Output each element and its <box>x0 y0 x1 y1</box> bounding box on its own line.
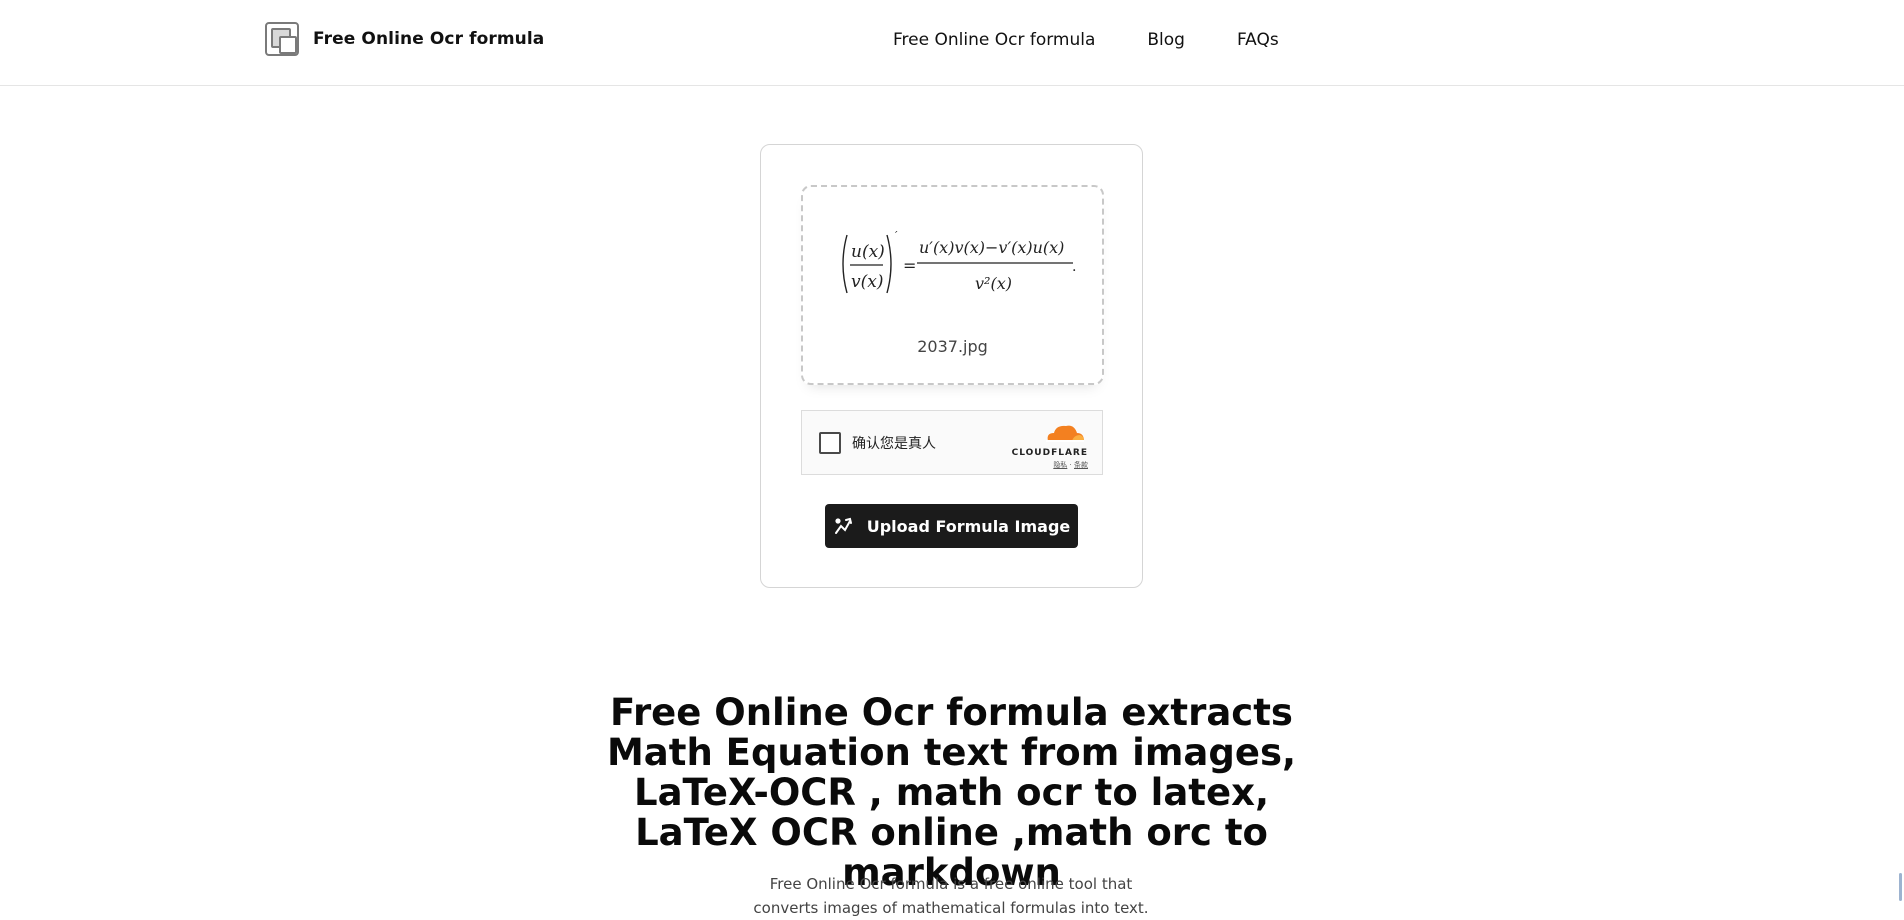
image-dropzone[interactable]: u(x) v(x) ′ = u′(x)v(x)−v′(x)u(x) v²(x) … <box>801 185 1104 385</box>
svg-text:v(x): v(x) <box>851 272 883 292</box>
cloudflare-wordmark: CLOUDFLARE <box>1011 448 1088 458</box>
svg-text:=: = <box>903 256 916 275</box>
nav-item-blog[interactable]: Blog <box>1147 30 1185 50</box>
logo-text: Free Online Ocr formula <box>313 29 545 49</box>
svg-text:.: . <box>1072 259 1076 275</box>
hero-title: Free Online Ocr formula extracts Math Eq… <box>606 691 1297 894</box>
formula-preview-image: u(x) v(x) ′ = u′(x)v(x)−v′(x)u(x) v²(x) … <box>842 229 1076 294</box>
nav-item-faqs[interactable]: FAQs <box>1237 30 1279 50</box>
captcha-links: 隐私 · 条款 <box>1053 461 1088 469</box>
cloudflare-logo: CLOUDFLARE 隐私 · 条款 <box>1010 421 1088 470</box>
privacy-link[interactable]: 隐私 <box>1053 461 1067 469</box>
upload-card: u(x) v(x) ′ = u′(x)v(x)−v′(x)u(x) v²(x) … <box>760 144 1143 588</box>
upload-icon <box>834 517 852 534</box>
upload-formula-button[interactable]: Upload Formula Image <box>825 504 1078 548</box>
uploaded-file-name: 2037.jpg <box>917 337 988 356</box>
svg-text:v²(x): v²(x) <box>975 274 1012 293</box>
logo-icon <box>265 22 299 56</box>
captcha-label: 确认您是真人 <box>852 436 936 452</box>
scrollbar-thumb[interactable] <box>1899 873 1902 901</box>
svg-text:u′(x)v(x)−v′(x)u(x): u′(x)v(x)−v′(x)u(x) <box>919 238 1064 257</box>
terms-link[interactable]: 条款 <box>1074 461 1088 469</box>
hero-description: Free Online Ocr formula is a free online… <box>753 875 1149 917</box>
upload-button-label: Upload Formula Image <box>866 516 1071 536</box>
nav-item-home[interactable]: Free Online Ocr formula <box>893 30 1095 50</box>
captcha-checkbox[interactable] <box>819 432 841 454</box>
site-header: Free Online Ocr formula Free Online Ocr … <box>0 0 1904 86</box>
svg-text:u(x): u(x) <box>851 242 885 262</box>
cloudflare-cloud-icon <box>1046 425 1084 442</box>
svg-text:′: ′ <box>895 229 898 242</box>
cloudflare-captcha: 确认您是真人 CLOUDFLARE 隐私 · 条款 <box>801 410 1103 475</box>
main-nav: Free Online Ocr formula Blog FAQs <box>893 30 1279 50</box>
logo-link[interactable]: Free Online Ocr formula <box>265 22 544 56</box>
